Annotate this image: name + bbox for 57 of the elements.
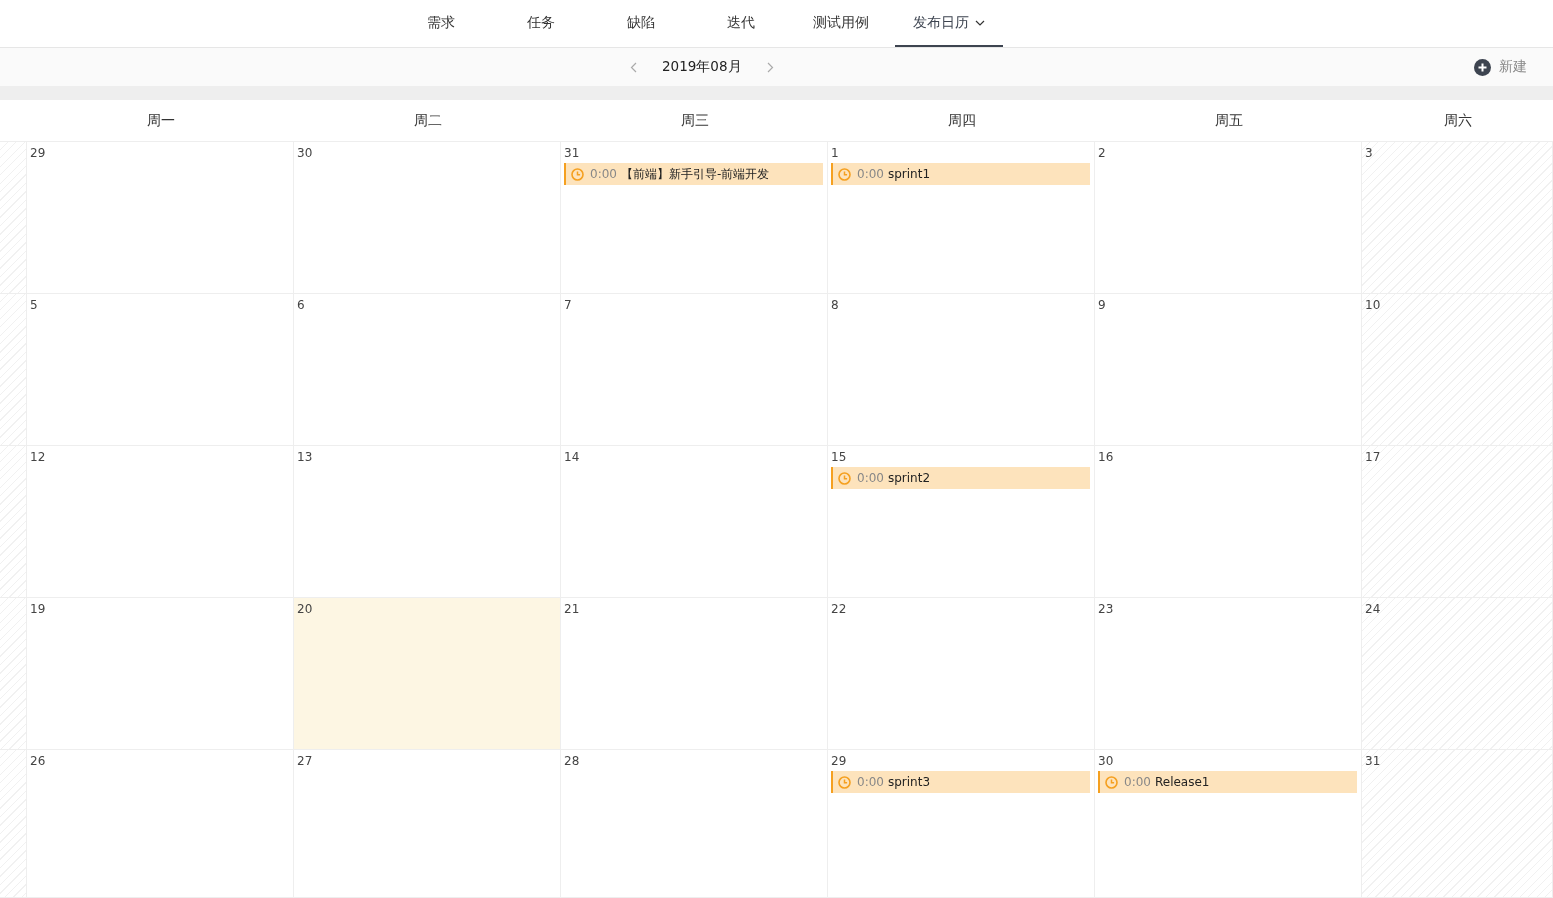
day-number: 24 xyxy=(1365,602,1381,616)
day-number: 28 xyxy=(564,754,580,768)
day-number: 3 xyxy=(1365,146,1373,160)
day-number: 22 xyxy=(831,602,847,616)
calendar-event[interactable]: 0:00 【前端】新手引导-前端开发 xyxy=(564,163,823,185)
nav-tab[interactable]: 迭代 xyxy=(691,0,791,47)
calendar-event[interactable]: 0:00 sprint3 xyxy=(831,771,1090,793)
clock-icon xyxy=(571,167,584,181)
weekday-header: 周三 xyxy=(680,111,709,130)
clock-icon xyxy=(838,471,851,485)
day-number: 6 xyxy=(297,298,305,312)
day-number: 15 xyxy=(831,450,847,464)
day-number: 31 xyxy=(564,146,580,160)
day-number: 30 xyxy=(1098,754,1114,768)
month-label: 2019年08月 xyxy=(662,58,742,76)
day-number: 1 xyxy=(831,146,839,160)
day-number: 19 xyxy=(30,602,46,616)
day-number: 27 xyxy=(297,754,313,768)
day-number: 16 xyxy=(1098,450,1114,464)
clock-icon xyxy=(838,775,851,789)
day-number: 2 xyxy=(1098,146,1106,160)
weekday-header: 周六 xyxy=(1443,111,1472,130)
chevron-right-icon[interactable] xyxy=(766,61,774,73)
weekday-header: 周一 xyxy=(146,111,175,130)
day-number: 29 xyxy=(30,146,46,160)
day-number: 17 xyxy=(1365,450,1381,464)
day-number: 26 xyxy=(30,754,46,768)
calendar-event[interactable]: 0:00 Release1 xyxy=(1098,771,1357,793)
day-number: 21 xyxy=(564,602,580,616)
nav-tab[interactable]: 缺陷 xyxy=(591,0,691,47)
day-number: 9 xyxy=(1098,298,1106,312)
weekday-header: 周二 xyxy=(413,111,442,130)
weekday-header: 周五 xyxy=(1214,111,1243,130)
day-number: 7 xyxy=(564,298,572,312)
calendar-event[interactable]: 0:00 sprint2 xyxy=(831,467,1090,489)
nav-tab[interactable]: 任务 xyxy=(491,0,591,47)
plus-circle-icon xyxy=(1474,58,1491,76)
clock-icon xyxy=(838,167,851,181)
weekday-header: 周四 xyxy=(947,111,976,130)
nav-tab[interactable]: 测试用例 xyxy=(791,0,891,47)
new-button[interactable]: 新建 xyxy=(1474,58,1527,76)
day-number: 13 xyxy=(297,450,313,464)
chevron-left-icon[interactable] xyxy=(630,61,637,73)
day-number: 23 xyxy=(1098,602,1114,616)
day-number: 20 xyxy=(297,602,313,616)
day-number: 12 xyxy=(30,450,46,464)
caret-icon xyxy=(975,19,985,26)
day-number: 10 xyxy=(1365,298,1381,312)
day-number: 14 xyxy=(564,450,580,464)
day-number: 30 xyxy=(297,146,313,160)
day-number: 29 xyxy=(831,754,847,768)
day-number: 5 xyxy=(30,298,38,312)
day-number: 31 xyxy=(1365,754,1381,768)
day-number: 8 xyxy=(831,298,839,312)
nav-tab[interactable]: 需求 xyxy=(391,0,491,47)
calendar-event[interactable]: 0:00 sprint1 xyxy=(831,163,1090,185)
clock-icon xyxy=(1105,775,1118,789)
